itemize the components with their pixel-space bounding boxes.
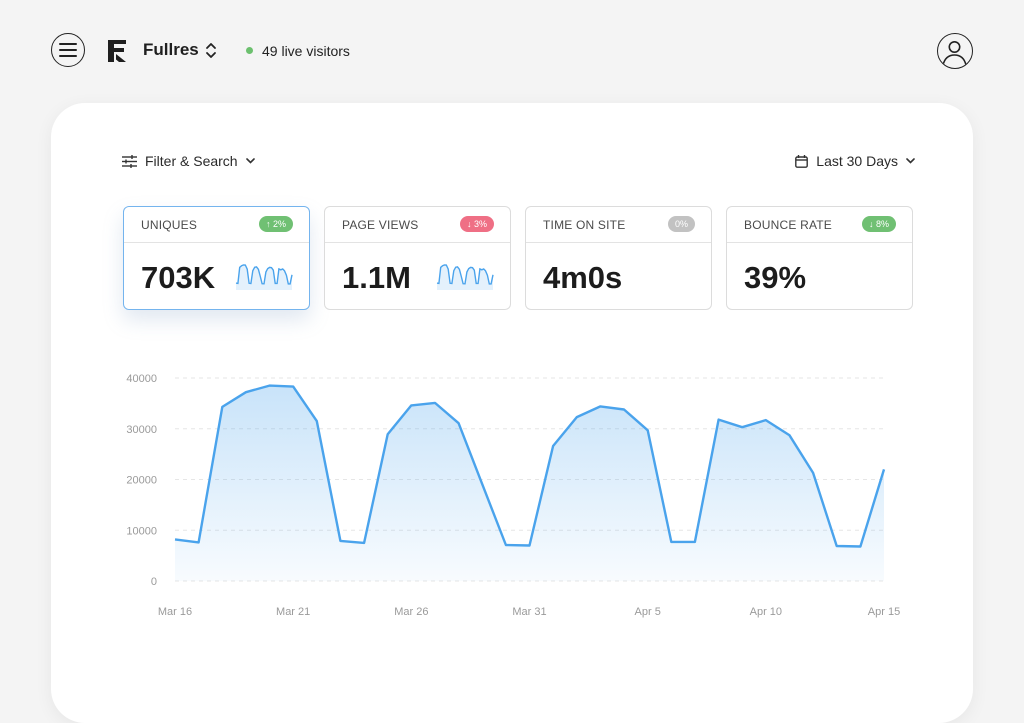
data-point[interactable] (810, 470, 816, 476)
y-tick-label: 30000 (126, 424, 157, 436)
fullres-logo[interactable] (107, 39, 129, 63)
uniques-area-chart[interactable]: 0 10000 20000 30000 40000 Mar 16 Mar 21 Mar 26… (51, 103, 973, 663)
data-point[interactable] (196, 539, 202, 545)
data-point[interactable] (574, 414, 580, 420)
x-tick-label: Apr 15 (868, 606, 900, 618)
y-tick-label: 20000 (126, 475, 157, 487)
data-point[interactable] (668, 539, 674, 545)
data-point[interactable] (385, 431, 391, 437)
data-point[interactable] (716, 417, 722, 423)
data-point[interactable] (503, 542, 509, 548)
user-icon (942, 41, 967, 66)
data-point[interactable] (408, 402, 414, 408)
data-point[interactable] (432, 400, 438, 406)
data-point[interactable] (456, 420, 462, 426)
data-point[interactable] (550, 443, 556, 449)
menu-button[interactable] (51, 33, 85, 67)
x-tick-label: Mar 21 (276, 606, 310, 618)
dashboard-card: Filter & Search Last 30 Days UNIQUES ↑ 2… (51, 103, 973, 723)
chevron-updown-icon[interactable] (205, 42, 217, 59)
menu-icon (59, 43, 77, 57)
live-visitors-count: 49 live visitors (262, 43, 350, 59)
data-point[interactable] (361, 540, 367, 546)
data-point[interactable] (267, 383, 273, 389)
data-point[interactable] (881, 466, 887, 472)
data-point[interactable] (290, 384, 296, 390)
live-indicator-dot (246, 47, 253, 54)
data-point[interactable] (337, 538, 343, 544)
data-point[interactable] (834, 543, 840, 549)
data-point[interactable] (219, 404, 225, 410)
y-tick-label: 40000 (126, 373, 157, 385)
data-point[interactable] (314, 418, 320, 424)
data-point[interactable] (857, 543, 863, 549)
data-point[interactable] (786, 432, 792, 438)
data-point[interactable] (172, 536, 178, 542)
x-tick-label: Apr 5 (635, 606, 661, 618)
data-point[interactable] (645, 427, 651, 433)
data-point[interactable] (527, 542, 533, 548)
y-tick-label: 0 (151, 576, 157, 588)
data-point[interactable] (692, 539, 698, 545)
x-tick-label: Mar 26 (394, 606, 428, 618)
data-point[interactable] (739, 424, 745, 430)
data-point[interactable] (597, 403, 603, 409)
site-name[interactable]: Fullres (143, 40, 199, 60)
data-point[interactable] (621, 406, 627, 412)
data-point[interactable] (763, 417, 769, 423)
chart-area-fill (175, 385, 884, 581)
x-tick-label: Mar 31 (512, 606, 546, 618)
x-tick-label: Apr 10 (750, 606, 782, 618)
x-tick-label: Mar 16 (158, 606, 192, 618)
data-point[interactable] (479, 481, 485, 487)
user-account-button[interactable] (937, 33, 973, 69)
y-tick-label: 10000 (126, 525, 157, 537)
data-point[interactable] (243, 389, 249, 395)
